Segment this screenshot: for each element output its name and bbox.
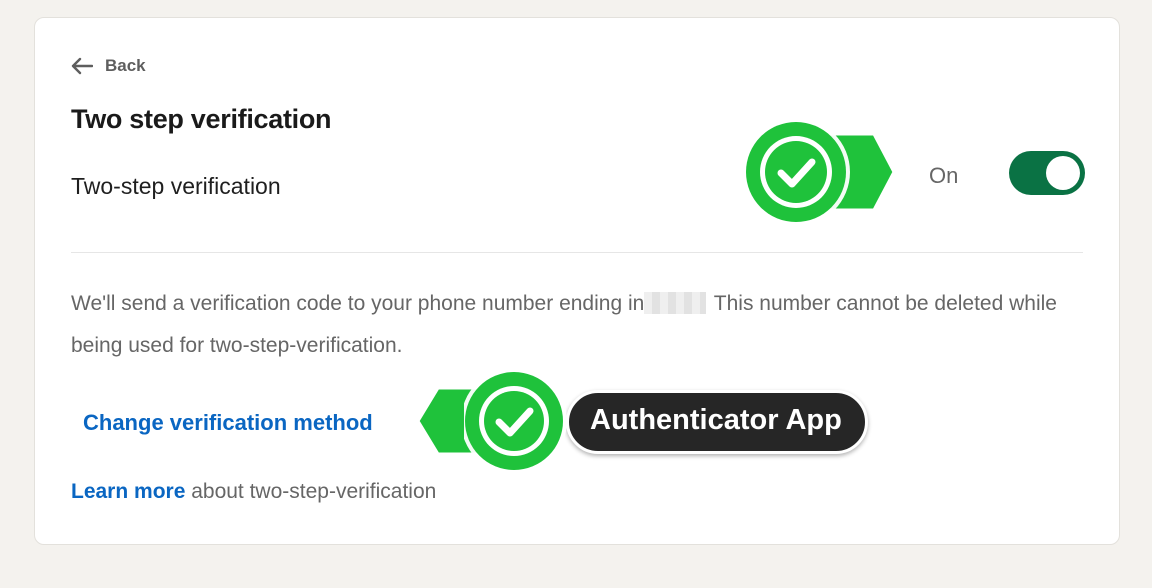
learn-more-link[interactable]: Learn more bbox=[71, 480, 185, 503]
arrow-left-icon bbox=[71, 57, 93, 75]
annotation-method-badge: Authenticator App bbox=[414, 366, 874, 476]
description-before: We'll send a verification code to your p… bbox=[71, 292, 645, 315]
redacted-phone-digits bbox=[644, 292, 707, 314]
back-label: Back bbox=[105, 56, 146, 75]
description-text: We'll send a verification code to your p… bbox=[71, 283, 1081, 367]
back-button[interactable]: Back bbox=[71, 56, 146, 76]
change-verification-method-link[interactable]: Change verification method bbox=[83, 410, 373, 436]
annotation-method-label: Authenticator App bbox=[590, 404, 842, 436]
learn-more-suffix: about two-step-verification bbox=[185, 480, 437, 503]
divider bbox=[71, 252, 1083, 253]
page-title: Two step verification bbox=[71, 104, 332, 134]
two-step-toggle[interactable] bbox=[1009, 151, 1085, 195]
learn-more-text: Learn more about two-step-verification bbox=[71, 480, 436, 504]
setting-label: Two-step verification bbox=[71, 173, 281, 199]
annotation-check-badge bbox=[738, 116, 898, 230]
toggle-knob bbox=[1046, 156, 1080, 190]
status-text: On bbox=[929, 163, 959, 188]
